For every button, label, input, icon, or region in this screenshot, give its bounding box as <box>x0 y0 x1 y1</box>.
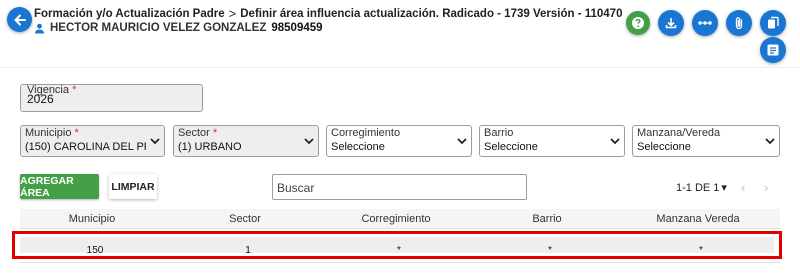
corregimiento-select[interactable]: Corregimiento Seleccione <box>326 125 472 157</box>
column-header-corregimiento[interactable]: Corregimiento <box>361 213 430 225</box>
chevron-down-icon <box>304 138 314 145</box>
cell-municipio: 150 <box>86 245 104 256</box>
breadcrumb: Formación y/o Actualización Padre > Defi… <box>34 6 622 21</box>
municipio-label: Municipio * <box>25 127 79 139</box>
municipio-select[interactable]: Municipio * (150) CAROLINA DEL PRINCI <box>20 125 165 157</box>
person-icon <box>35 23 44 33</box>
user-name: HECTOR MAURICIO VELEZ GONZALEZ <box>50 22 267 34</box>
download-icon <box>665 18 677 29</box>
table-row[interactable]: 150 1 * * * <box>12 231 782 259</box>
copy-button[interactable] <box>760 10 786 36</box>
municipio-value: (150) CAROLINA DEL PRINCI <box>25 141 146 153</box>
cell-barrio: * <box>548 245 552 256</box>
sector-value: (1) URBANO <box>178 141 242 153</box>
table-header: Municipio Sector Corregimiento Barrio Ma… <box>20 209 780 229</box>
breadcrumb-separator: > <box>228 6 237 21</box>
cell-manzana-vereda: * <box>699 245 703 256</box>
search-input[interactable]: Buscar <box>272 174 527 200</box>
arrow-left-icon <box>14 14 26 25</box>
help-button[interactable] <box>626 11 650 35</box>
download-button[interactable] <box>658 10 684 36</box>
more-button[interactable] <box>692 10 718 36</box>
table-row-background: 150 1 * * * <box>20 237 774 256</box>
help-icon <box>632 17 644 29</box>
chevron-down-icon <box>765 138 775 145</box>
pagination-select[interactable]: 1-1 DE 1 ▾ <box>676 181 727 195</box>
search-placeholder: Buscar <box>277 181 315 195</box>
user-info: HECTOR MAURICIO VELEZ GONZALEZ 98509459 <box>34 22 323 34</box>
column-header-barrio[interactable]: Barrio <box>532 213 561 225</box>
column-header-municipio[interactable]: Municipio <box>69 213 115 225</box>
sector-label: Sector * <box>178 127 218 139</box>
header-divider <box>0 67 800 68</box>
attach-icon <box>735 17 743 30</box>
user-document: 98509459 <box>271 22 323 34</box>
pagination-text: 1-1 DE 1 <box>676 181 720 194</box>
chevron-down-icon <box>150 138 160 145</box>
prev-page-button[interactable]: ‹ <box>741 180 745 195</box>
manzana-value: Seleccione <box>637 141 691 153</box>
add-area-button[interactable]: AGREGAR ÁREA <box>20 174 99 199</box>
vigencia-field[interactable]: Vigencia * 2026 <box>20 84 203 112</box>
corregimiento-label: Corregimiento <box>331 127 401 139</box>
next-page-button[interactable]: › <box>764 180 768 195</box>
column-header-manzana-vereda[interactable]: Manzana Vereda <box>656 213 739 225</box>
barrio-select[interactable]: Barrio Seleccione <box>479 125 625 157</box>
caret-down-icon: ▾ <box>721 182 727 194</box>
list-icon <box>767 44 779 56</box>
table-footer <box>20 262 780 278</box>
chevron-down-icon <box>457 138 467 145</box>
header: Formación y/o Actualización Padre > Defi… <box>0 0 800 64</box>
list-button[interactable] <box>760 37 786 63</box>
manzana-vereda-select[interactable]: Manzana/Vereda Seleccione <box>632 125 780 157</box>
attach-button[interactable] <box>726 10 752 36</box>
manzana-label: Manzana/Vereda <box>637 127 721 139</box>
breadcrumb-parent[interactable]: Formación y/o Actualización Padre <box>34 8 225 20</box>
vigencia-value: 2026 <box>27 92 54 106</box>
cell-corregimiento: * <box>397 245 401 256</box>
breadcrumb-current: Definir área influencia actualización. R… <box>240 7 623 20</box>
barrio-label: Barrio <box>484 127 514 139</box>
chevron-down-icon <box>610 138 620 145</box>
more-horizontal-icon <box>698 21 712 25</box>
back-button[interactable] <box>7 7 32 32</box>
sector-select[interactable]: Sector * (1) URBANO <box>173 125 319 157</box>
cell-sector: 1 <box>245 245 251 256</box>
copy-icon <box>768 16 779 29</box>
barrio-value: Seleccione <box>484 141 538 153</box>
corregimiento-value: Seleccione <box>331 141 385 153</box>
header-actions <box>626 10 786 36</box>
clear-button[interactable]: LIMPIAR <box>109 174 157 199</box>
column-header-sector[interactable]: Sector <box>229 213 261 225</box>
